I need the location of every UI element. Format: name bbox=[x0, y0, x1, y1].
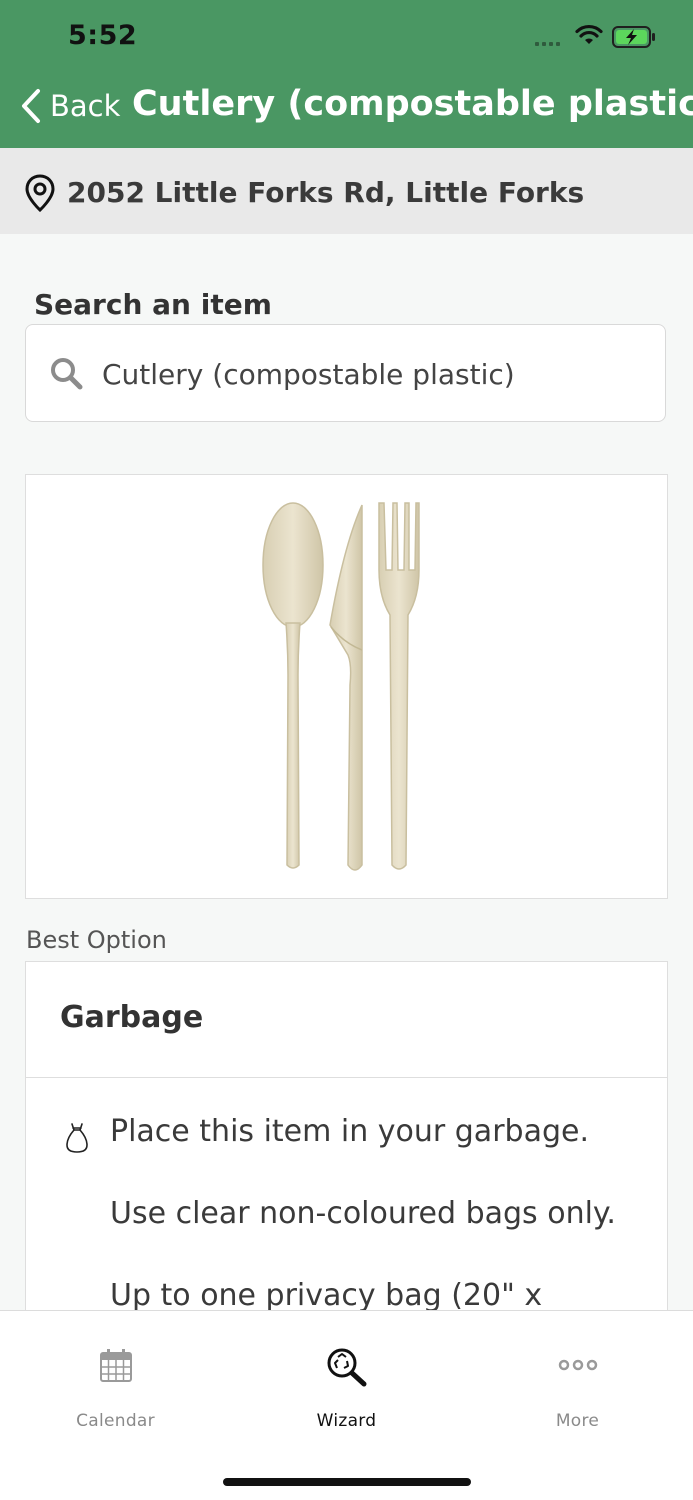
recycle-search-icon bbox=[327, 1348, 366, 1387]
instruction-text: Use clear non-coloured bags only. bbox=[110, 1196, 616, 1231]
more-icon bbox=[558, 1359, 597, 1371]
location-bar[interactable]: 2052 Little Forks Rd, Little Forks bbox=[0, 148, 693, 234]
status-time: 5:52 bbox=[68, 20, 138, 51]
tab-label: Wizard bbox=[316, 1411, 377, 1431]
location-pin-icon bbox=[25, 174, 55, 212]
best-option-card: Garbage Place this item in your garbage.… bbox=[25, 961, 668, 1361]
app-header: 5:52 Back Cutlery (compostable plastic) bbox=[0, 0, 693, 148]
tab-bar: Calendar Wizard More bbox=[0, 1310, 693, 1500]
battery-charging-icon bbox=[612, 26, 655, 48]
tab-label: More bbox=[555, 1411, 600, 1431]
tab-more[interactable]: More bbox=[462, 1311, 693, 1451]
back-label: Back bbox=[50, 89, 121, 123]
location-address: 2052 Little Forks Rd, Little Forks bbox=[67, 176, 585, 209]
tab-calendar[interactable]: Calendar bbox=[0, 1311, 231, 1451]
garbage-bag-icon bbox=[66, 1123, 88, 1153]
page-title: Cutlery (compostable plastic) bbox=[132, 84, 693, 124]
home-indicator[interactable] bbox=[223, 1478, 471, 1486]
wifi-icon bbox=[575, 24, 603, 44]
search-icon bbox=[51, 358, 83, 390]
search-input[interactable] bbox=[100, 349, 644, 399]
search-label: Search an item bbox=[34, 288, 272, 321]
cutlery-image bbox=[262, 502, 420, 871]
option-title: Garbage bbox=[60, 1000, 204, 1035]
instruction-text: Up to one privacy bag (20" x bbox=[110, 1278, 543, 1313]
calendar-icon bbox=[99, 1349, 132, 1382]
item-image-card bbox=[25, 474, 668, 899]
tab-wizard[interactable]: Wizard bbox=[231, 1311, 462, 1451]
search-box[interactable] bbox=[25, 324, 666, 422]
back-button[interactable]: Back bbox=[20, 88, 120, 124]
tab-label: Calendar bbox=[76, 1411, 155, 1431]
instruction-text: Place this item in your garbage. bbox=[110, 1114, 589, 1149]
chevron-left-icon bbox=[22, 89, 40, 123]
best-option-label: Best Option bbox=[26, 926, 167, 954]
cellular-signal-icon bbox=[535, 42, 560, 46]
divider bbox=[26, 1077, 667, 1078]
